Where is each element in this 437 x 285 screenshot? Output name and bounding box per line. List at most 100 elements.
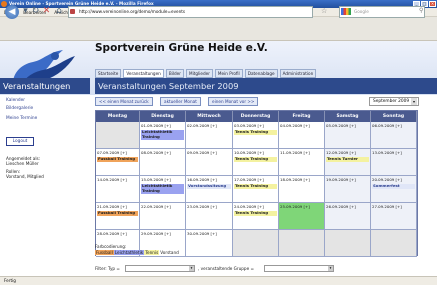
day-date-add-link[interactable]: 10.09.2009 [+] (234, 150, 264, 155)
next-month-button[interactable]: einen Monat vor >> (208, 97, 259, 106)
day-date-add-link[interactable]: 05.09.2009 [+] (326, 123, 356, 128)
day-date-add-link[interactable]: 02.09.2009 [+] (187, 123, 217, 128)
day-date-add-link[interactable]: 12.09.2009 [+] (326, 150, 356, 155)
calendar-day-cell: 20.09.2009 [+] Sommerfest (371, 176, 417, 203)
logout-button[interactable]: Logout (6, 137, 34, 146)
calendar-day-cell: 10.09.2009 [+] Tennis Training (233, 149, 279, 176)
day-date-add-link[interactable]: 01.09.2009 [+] (141, 123, 171, 128)
current-month-button[interactable]: aktueller Monat (160, 97, 201, 106)
calendar-day-cell (325, 230, 371, 257)
calendar-day-cell: 04.09.2009 [+] (279, 122, 325, 149)
tab-mitglieder[interactable]: Mitglieder (185, 69, 213, 78)
month-select[interactable]: September 2009 ▾ (369, 97, 419, 106)
stop-icon[interactable]: ✕ (42, 6, 51, 17)
weekday-header: Donnerstag (233, 111, 279, 122)
filter-type-select[interactable]: ▾ (125, 265, 195, 272)
day-date-add-link[interactable]: 19.09.2009 [+] (326, 177, 356, 182)
tab-datenablage[interactable]: Datenablage (244, 69, 278, 78)
calendar-day-cell: 26.09.2009 [+] (325, 203, 371, 230)
calendar-event[interactable]: Leichtathletik Training (141, 183, 184, 194)
calendar-day-cell: 08.09.2009 [+] (140, 149, 186, 176)
bookmark-star-icon[interactable]: ☆ (321, 7, 327, 15)
calendar-event[interactable]: Tennis Turnier (326, 156, 369, 162)
filter-type-label: Filter: Typ = (95, 266, 120, 271)
day-date-add-link[interactable]: 23.09.2009 [+] (187, 204, 217, 209)
tab-administration[interactable]: Administration (279, 69, 317, 78)
tab-startseite[interactable]: Startseite (95, 69, 122, 78)
sidebar-item-bildergalerie[interactable]: Bildergalerie (6, 106, 33, 111)
address-bar[interactable]: http://www.vereinonline.org/demo/module=… (68, 6, 313, 18)
site-title: Sportverein Grüne Heide e.V. (95, 42, 268, 54)
day-date-add-link[interactable]: 15.09.2009 [+] (141, 177, 171, 182)
day-date-add-link[interactable]: 18.09.2009 [+] (280, 177, 310, 182)
day-date-add-link[interactable]: 24.09.2009 [+] (234, 204, 264, 209)
day-date-add-link[interactable]: 17.09.2009 [+] (234, 177, 264, 182)
day-date-add-link[interactable]: 29.09.2009 [+] (141, 231, 171, 236)
event-calendar: Montag Dienstag Mittwoch Donnerstag Freitag S… (95, 110, 418, 257)
calendar-day-cell: 02.09.2009 [+] (186, 122, 233, 149)
calendar-day-cell: 19.09.2009 [+] (325, 176, 371, 203)
calendar-event[interactable]: Tennis Training (234, 156, 277, 162)
search-icon[interactable]: ⚲ (419, 7, 423, 14)
weekday-header: Samstag (325, 111, 371, 122)
day-date-add-link[interactable]: 27.09.2009 [+] (372, 204, 402, 209)
navigation-toolbar (0, 17, 437, 41)
calendar-day-cell: 21.09.2009 [+] Fussball Training (96, 203, 140, 230)
google-logo-icon[interactable] (341, 8, 351, 15)
chevron-down-icon: ▾ (189, 266, 194, 271)
calendar-day-cell: 16.09.2009 [+] Vorstandssitzung (186, 176, 233, 203)
sidebar-item-kalender[interactable]: Kalender (6, 98, 25, 103)
reload-icon[interactable]: ↻ (31, 6, 40, 17)
day-date-add-link[interactable]: 06.09.2009 [+] (372, 123, 402, 128)
day-date-add-link[interactable]: 30.09.2009 [+] (187, 231, 217, 236)
back-button[interactable]: ◀ (5, 5, 19, 19)
day-date-add-link[interactable]: 13.09.2009 [+] (372, 150, 402, 155)
day-date-add-link[interactable]: 20.09.2009 [+] (372, 177, 402, 182)
calendar-event[interactable]: Leichtathletik Training (141, 129, 184, 140)
sidebar-item-meine-termine[interactable]: Meine Termine (6, 116, 37, 121)
tab-mein-profil[interactable]: Mein Profil (214, 69, 243, 78)
calendar-day-cell: 12.09.2009 [+] Tennis Turnier (325, 149, 371, 176)
calendar-day-cell: 25.09.2009 [+] (279, 203, 325, 230)
sidebar-heading: Veranstaltungen (0, 78, 90, 94)
calendar-event[interactable]: Vorstandssitzung (187, 183, 231, 189)
calendar-event[interactable]: Fussball Training (97, 156, 138, 162)
day-date-add-link[interactable]: 03.09.2009 [+] (234, 123, 264, 128)
close-button[interactable]: × (429, 1, 436, 7)
calendar-day-cell (371, 230, 417, 257)
day-date-add-link[interactable]: 11.09.2009 [+] (280, 150, 310, 155)
page-title: Veranstaltungen September 2009 (95, 78, 437, 94)
calendar-day-cell: 14.09.2009 [+] (96, 176, 140, 203)
calendar-event[interactable]: Fussball Training (97, 210, 138, 216)
weekday-header: Sonntag (371, 111, 417, 122)
day-date-add-link[interactable]: 21.09.2009 [+] (97, 204, 127, 209)
forward-dropdown-icon[interactable]: ▾ (22, 6, 29, 17)
calendar-event[interactable]: Tennis Training (234, 183, 277, 189)
calendar-event[interactable]: Sommerfest (372, 183, 415, 189)
home-icon[interactable]: ⌂ (54, 6, 64, 17)
day-date-add-link[interactable]: 26.09.2009 [+] (326, 204, 356, 209)
calendar-event[interactable]: Tennis Training (234, 210, 277, 216)
filter-group-select[interactable]: ▾ (264, 265, 334, 272)
weekday-header: Mittwoch (186, 111, 233, 122)
day-date-add-link[interactable]: 16.09.2009 [+] (187, 177, 217, 182)
search-input[interactable]: Google (339, 6, 425, 18)
tab-bilder[interactable]: Bilder (165, 69, 184, 78)
day-date-add-link[interactable]: 08.09.2009 [+] (141, 150, 171, 155)
calendar-event[interactable]: Tennis Training (234, 129, 277, 135)
chevron-down-icon: ▾ (328, 266, 333, 271)
legend-label: Farbcodierung: (95, 244, 127, 249)
chevron-down-icon: ▾ (411, 98, 417, 105)
month-select-value: September 2009 (373, 99, 410, 104)
day-date-add-link[interactable]: 22.09.2009 [+] (141, 204, 171, 209)
previous-month-button[interactable]: << einen Monat zurück (95, 97, 153, 106)
weekday-header: Montag (96, 111, 140, 122)
day-date-add-link[interactable]: 14.09.2009 [+] (97, 177, 127, 182)
day-date-add-link[interactable]: 07.09.2009 [+] (97, 150, 127, 155)
day-date-add-link[interactable]: 04.09.2009 [+] (280, 123, 310, 128)
day-date-add-link[interactable]: 25.09.2009 [+] (280, 204, 310, 209)
day-date-add-link[interactable]: 28.09.2009 [+] (97, 231, 127, 236)
day-date-add-link[interactable]: 09.09.2009 [+] (187, 150, 217, 155)
tab-veranstaltungen[interactable]: Veranstaltungen (123, 69, 164, 78)
filter-group-label: , veranstaltende Gruppe = (198, 266, 255, 271)
